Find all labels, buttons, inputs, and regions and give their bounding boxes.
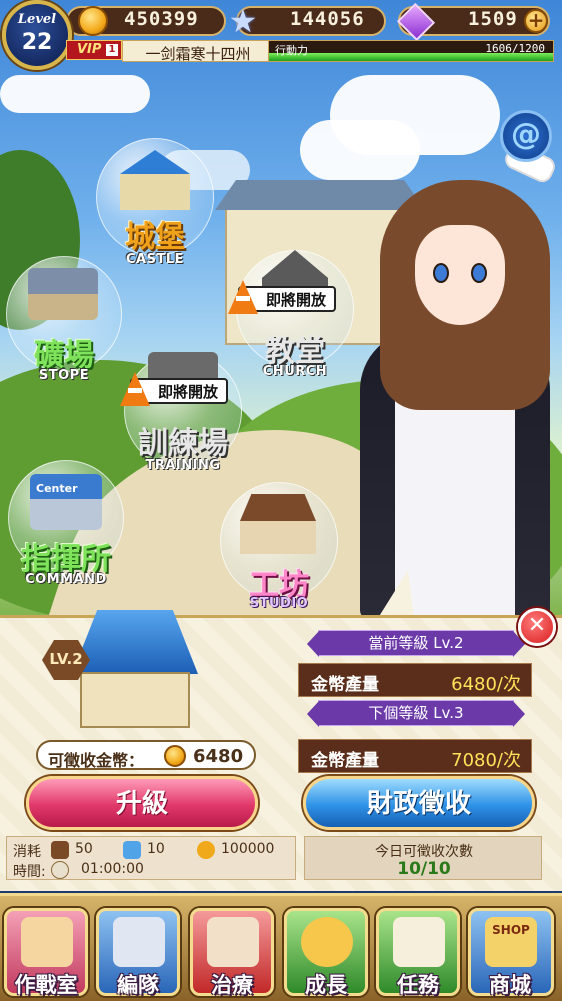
mine-icon bbox=[28, 268, 98, 320]
nav-label: 任務 bbox=[397, 973, 439, 997]
swirl-portal-button[interactable]: @ bbox=[500, 110, 552, 162]
building-label-en: COMMAND bbox=[25, 572, 107, 587]
player-level-badge[interactable]: Level 22 bbox=[2, 0, 72, 70]
trophy-icon bbox=[301, 917, 353, 967]
checklist-icon bbox=[393, 917, 445, 967]
command-sign: Center bbox=[36, 482, 78, 495]
nav-heal[interactable]: 治療 bbox=[190, 908, 274, 997]
collectable-gold-box: 可徵收金幣： 6480 bbox=[36, 740, 256, 770]
gold-coin-icon bbox=[164, 745, 186, 767]
level-hex-text: LV.2 bbox=[49, 650, 83, 668]
level-number: 22 bbox=[21, 30, 53, 55]
eye-right bbox=[471, 263, 487, 283]
collectable-label: 可徵收金幣： bbox=[48, 751, 145, 770]
building-label-en: STOPE bbox=[38, 368, 90, 383]
nav-shop[interactable]: SHOP 商城 bbox=[468, 908, 554, 997]
next-level-banner: 下個等級 Lv.3 bbox=[307, 700, 525, 727]
upgrade-button[interactable]: 升級 bbox=[26, 776, 258, 830]
nav-formation[interactable]: 編隊 bbox=[96, 908, 180, 997]
production-label: 金幣產量 bbox=[311, 751, 379, 771]
vip-tag[interactable]: VIP 1 bbox=[66, 40, 122, 60]
production-value: 7080/次 bbox=[451, 750, 521, 771]
stamina-value: 1606/1200 bbox=[485, 42, 545, 55]
house-icon bbox=[21, 917, 73, 967]
player-name: 一剑霜寒十四州 bbox=[145, 45, 251, 63]
cost-label: 消耗 bbox=[13, 844, 41, 860]
nav-label: 商城 bbox=[489, 973, 531, 997]
nav-label: 成長 bbox=[305, 973, 347, 997]
studio-icon bbox=[240, 494, 316, 554]
time-label: 時間: bbox=[13, 864, 46, 880]
nav-label: 編隊 bbox=[117, 973, 159, 997]
production-label: 金幣產量 bbox=[311, 675, 379, 695]
player-name-bar: 一剑霜寒十四州 bbox=[122, 40, 272, 63]
next-production-row: 金幣產量 7080/次 bbox=[298, 739, 532, 773]
manor-roof bbox=[215, 180, 425, 210]
building-label-en: STUDIO bbox=[249, 596, 309, 611]
building-label-en: CHURCH bbox=[262, 364, 328, 379]
add-gems-button[interactable]: + bbox=[524, 9, 548, 33]
cone-stripe bbox=[236, 296, 250, 301]
building-label: 訓練場 bbox=[138, 426, 228, 461]
current-production-row: 金幣產量 6480/次 bbox=[298, 663, 532, 697]
daily-collect-label: 今日可徵收次數 bbox=[375, 844, 473, 860]
eye-left bbox=[433, 263, 449, 283]
cost-gold: 100000 bbox=[221, 841, 275, 857]
wood-icon bbox=[51, 841, 69, 859]
star-amount: 144056 bbox=[290, 8, 365, 30]
production-value: 6480/次 bbox=[451, 674, 521, 695]
gold-coin-icon bbox=[197, 841, 215, 859]
maid-face bbox=[415, 225, 505, 325]
flag-icon bbox=[113, 917, 165, 967]
medkit-icon bbox=[207, 917, 259, 967]
nav-label: 作戰室 bbox=[14, 973, 78, 997]
building-label-en: CASTLE bbox=[126, 252, 184, 267]
stamina-label: 行動力 bbox=[275, 44, 308, 57]
crystal-icon bbox=[123, 841, 141, 859]
vip-label: VIP bbox=[77, 42, 102, 57]
current-level-banner: 當前等級 Lv.2 bbox=[307, 630, 525, 657]
close-button[interactable]: ✕ bbox=[518, 608, 556, 646]
collectable-value: 6480 bbox=[193, 746, 244, 767]
nav-label: 治療 bbox=[211, 973, 253, 997]
stamina-bar: 行動力 1606/1200 bbox=[268, 40, 554, 62]
nav-war-room[interactable]: 作戰室 bbox=[4, 908, 88, 997]
shop-sign: SHOP bbox=[492, 923, 530, 937]
building-label: 城堡 bbox=[125, 220, 185, 255]
daily-collect-box: 今日可徵收次數 10/10 bbox=[304, 836, 542, 880]
nav-growth[interactable]: 成長 bbox=[284, 908, 368, 997]
gem-amount: 1509 bbox=[468, 8, 518, 30]
cost-crystal: 10 bbox=[147, 841, 165, 857]
nav-quests[interactable]: 任務 bbox=[376, 908, 460, 997]
daily-collect-value: 10/10 bbox=[397, 859, 451, 879]
gold-coin-icon bbox=[78, 6, 108, 36]
collect-tax-button[interactable]: 財政徵收 bbox=[303, 776, 535, 830]
gold-amount: 450399 bbox=[124, 8, 199, 30]
level-label: Level bbox=[17, 12, 57, 27]
cone-stripe bbox=[128, 388, 142, 393]
panel-pointer bbox=[378, 570, 414, 618]
cloud bbox=[0, 75, 150, 113]
hourglass-icon bbox=[51, 861, 69, 879]
building-label-en: TRAINING bbox=[145, 458, 221, 473]
time-value: 01:00:00 bbox=[81, 861, 144, 877]
shop-icon: SHOP bbox=[485, 917, 537, 967]
star-icon: ★ bbox=[228, 2, 258, 40]
upgrade-cost-box: 消耗 50 10 100000 時間: 01:00:00 bbox=[6, 836, 296, 880]
cost-wood: 50 bbox=[75, 841, 93, 857]
vip-level: 1 bbox=[106, 44, 118, 56]
cloud bbox=[300, 120, 420, 180]
